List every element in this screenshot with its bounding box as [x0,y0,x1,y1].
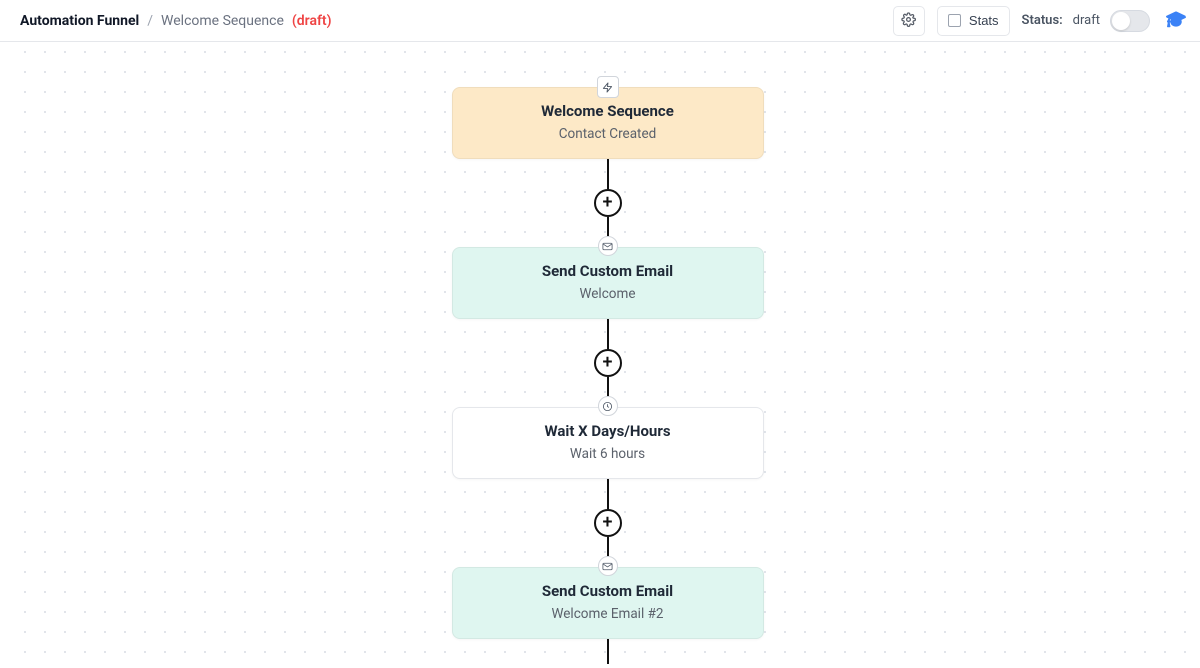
add-step-button[interactable]: + [594,509,622,537]
node-subtitle: Contact Created [469,126,747,142]
breadcrumb-draft-badge: (draft) [292,13,332,29]
flow-canvas[interactable]: Welcome Sequence Contact Created + Send … [15,42,1200,668]
add-step-button[interactable]: + [594,189,622,217]
flow-edge [607,159,609,189]
node-title: Welcome Sequence [469,102,747,120]
node-title: Send Custom Email [469,582,747,600]
node-subtitle: Welcome [469,286,747,302]
stats-button[interactable]: Stats [937,6,1010,36]
checkbox-icon [948,14,961,27]
node-trigger[interactable]: Welcome Sequence Contact Created [452,87,764,159]
stats-label: Stats [969,13,999,28]
node-email[interactable]: Send Custom Email Welcome [452,247,764,319]
node-email[interactable]: Send Custom Email Welcome Email #2 [452,567,764,639]
help-icon[interactable] [1162,5,1190,37]
node-subtitle: Wait 6 hours [469,446,747,462]
clock-icon [598,396,618,416]
add-step-button[interactable]: + [594,349,622,377]
status-toggle[interactable] [1110,10,1150,32]
status-value: draft [1073,13,1100,28]
breadcrumb-name: Welcome Sequence [161,13,284,29]
node-wait[interactable]: Wait X Days/Hours Wait 6 hours [452,407,764,479]
trigger-icon [597,76,619,98]
flow-column: Welcome Sequence Contact Created + Send … [452,42,764,664]
topbar: Automation Funnel / Welcome Sequence (dr… [0,0,1200,42]
node-title: Wait X Days/Hours [469,422,747,440]
breadcrumb-root[interactable]: Automation Funnel [20,13,139,29]
flow-edge [607,479,609,509]
flow-edge [607,319,609,349]
topbar-actions: Stats Status: draft [893,5,1190,37]
status-prefix: Status: [1022,13,1063,28]
settings-button[interactable] [893,6,925,36]
flow-edge [607,639,609,664]
email-icon [598,236,618,256]
node-title: Send Custom Email [469,262,747,280]
breadcrumb: Automation Funnel / Welcome Sequence (dr… [20,13,332,29]
gear-icon [901,12,916,30]
email-icon [598,556,618,576]
breadcrumb-separator: / [147,13,153,29]
node-subtitle: Welcome Email #2 [469,606,747,622]
status-indicator: Status: draft [1022,10,1150,32]
